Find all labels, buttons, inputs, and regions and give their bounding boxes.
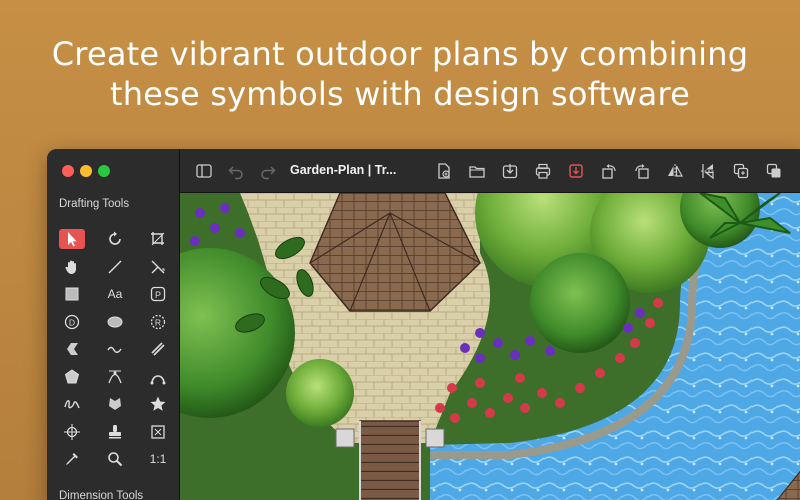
new-document-icon[interactable] xyxy=(434,161,454,181)
stamp-icon[interactable] xyxy=(102,422,128,442)
bezier-icon[interactable] xyxy=(102,367,128,387)
star-icon[interactable] xyxy=(145,394,171,414)
actual-size-icon[interactable]: 1:1 xyxy=(145,449,171,469)
drafting-tools-grid: Aa P D R 1:1 xyxy=(59,229,171,469)
drawing-canvas[interactable] xyxy=(180,193,800,500)
frame-icon[interactable] xyxy=(145,422,171,442)
traffic-lights xyxy=(62,165,110,177)
ellipse-icon[interactable] xyxy=(102,312,128,332)
undo-icon[interactable] xyxy=(226,161,246,181)
flip-vertical-icon[interactable] xyxy=(698,161,718,181)
hand-pan-icon[interactable] xyxy=(59,257,85,277)
drafting-tools-title: Drafting Tools xyxy=(59,198,130,210)
minimize-window-button[interactable] xyxy=(80,165,92,177)
magnifier-icon[interactable] xyxy=(102,449,128,469)
print-icon[interactable] xyxy=(533,161,553,181)
folder-icon[interactable] xyxy=(467,161,487,181)
headline-line-1: Create vibrant outdoor plans by combinin… xyxy=(51,35,749,73)
freehand-icon[interactable] xyxy=(59,394,85,414)
group-icon[interactable] xyxy=(731,161,751,181)
parallel-lines-icon[interactable] xyxy=(145,339,171,359)
snap-icon[interactable] xyxy=(566,161,586,181)
circle-r-label: R xyxy=(155,317,161,327)
chevron-shape-icon[interactable] xyxy=(59,339,85,359)
polygon-icon[interactable] xyxy=(59,367,85,387)
crosshair-icon[interactable] xyxy=(59,422,85,442)
tools-sidebar: Drafting Tools Aa P D R 1:1 Dimension To… xyxy=(47,149,180,500)
marketing-headline: Create vibrant outdoor plans by combinin… xyxy=(0,34,800,114)
trim-line-icon[interactable] xyxy=(145,257,171,277)
crop-icon[interactable] xyxy=(145,229,171,249)
main-toolbar: Garden-Plan | Tr... xyxy=(180,149,800,193)
rotate-left-icon[interactable] xyxy=(599,161,619,181)
circle-d-icon[interactable]: D xyxy=(59,312,85,332)
close-window-button[interactable] xyxy=(62,165,74,177)
rotate-icon[interactable] xyxy=(102,229,128,249)
zoom-window-button[interactable] xyxy=(98,165,110,177)
arrow-select-icon[interactable] xyxy=(59,229,85,249)
download-icon[interactable] xyxy=(500,161,520,181)
headline-line-2: these symbols with design software xyxy=(109,75,691,113)
parking-label: P xyxy=(155,290,161,300)
document-title: Garden-Plan | Tr... xyxy=(290,163,397,177)
circle-r-icon[interactable]: R xyxy=(145,312,171,332)
wave-line-icon[interactable] xyxy=(102,339,128,359)
line-icon[interactable] xyxy=(102,257,128,277)
rotate-right-icon[interactable] xyxy=(632,161,652,181)
ungroup-icon[interactable] xyxy=(764,161,784,181)
parking-symbol-icon[interactable]: P xyxy=(145,284,171,304)
garden-plan-drawing xyxy=(180,193,800,500)
flip-horizontal-icon[interactable] xyxy=(665,161,685,181)
circle-d-label: D xyxy=(69,317,75,327)
eyedropper-icon[interactable] xyxy=(59,449,85,469)
fill-shape-icon[interactable] xyxy=(102,394,128,414)
app-window: Drafting Tools Aa P D R 1:1 Dimension To… xyxy=(47,149,800,500)
dimension-tools-title: Dimension Tools xyxy=(59,490,144,500)
sidebar-toggle-icon[interactable] xyxy=(194,161,214,181)
rectangle-icon[interactable] xyxy=(59,284,85,304)
arc-icon[interactable] xyxy=(145,367,171,387)
text-tool-icon[interactable]: Aa xyxy=(102,284,128,304)
redo-icon[interactable] xyxy=(258,161,278,181)
